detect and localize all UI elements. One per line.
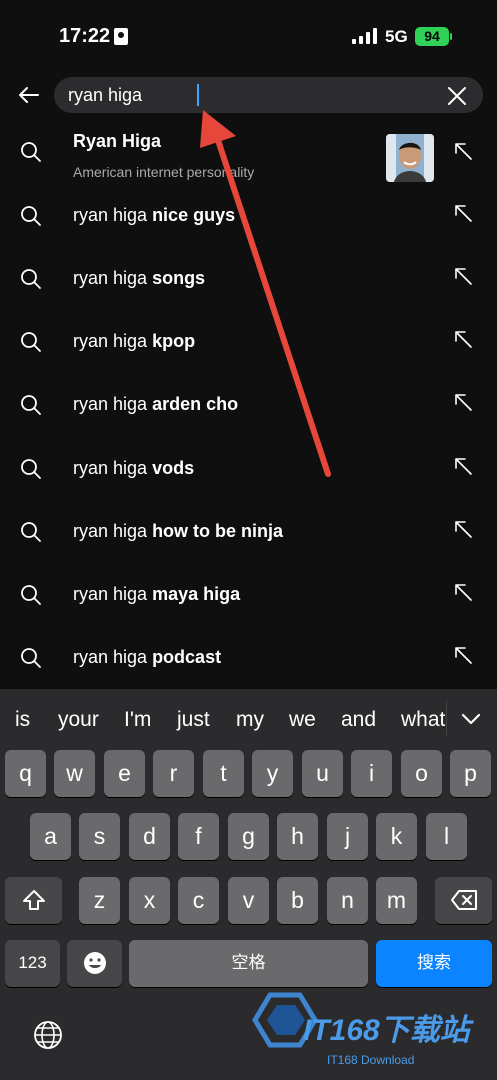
key-q[interactable]: q (5, 750, 46, 797)
suggestion-label: ryan higa maya higa (73, 584, 241, 604)
divider (446, 701, 447, 735)
backspace-key[interactable] (435, 877, 492, 924)
prediction-word[interactable]: we (289, 708, 316, 732)
suggestion-item[interactable]: ryan higa how to be ninja (0, 502, 497, 564)
chevron-down-icon[interactable] (459, 709, 483, 729)
key-u[interactable]: u (302, 750, 343, 797)
key-e[interactable]: e (104, 750, 145, 797)
key-f[interactable]: f (178, 813, 219, 860)
key-m[interactable]: m (376, 877, 417, 924)
prediction-word[interactable]: what (401, 708, 445, 732)
emoji-icon (83, 952, 106, 974)
shift-key[interactable] (5, 877, 62, 924)
prediction-word[interactable]: I'm (124, 708, 151, 732)
key-k[interactable]: k (376, 813, 417, 860)
key-a[interactable]: a (30, 813, 71, 860)
numbers-key[interactable]: 123 (5, 940, 60, 987)
key-v[interactable]: v (228, 877, 269, 924)
key-t[interactable]: t (203, 750, 244, 797)
fill-query-arrow-icon[interactable] (452, 644, 474, 666)
prediction-word[interactable]: your (58, 708, 99, 732)
key-z[interactable]: z (79, 877, 120, 924)
key-h[interactable]: h (277, 813, 318, 860)
search-icon (21, 522, 41, 542)
key-o[interactable]: o (401, 750, 442, 797)
key-g[interactable]: g (228, 813, 269, 860)
prediction-word[interactable]: is (15, 708, 30, 732)
suggestion-label: ryan higa podcast (73, 647, 222, 667)
key-d[interactable]: d (129, 813, 170, 860)
shift-icon (22, 890, 45, 910)
key-y[interactable]: y (252, 750, 293, 797)
key-p[interactable]: p (450, 750, 491, 797)
fill-query-arrow-icon[interactable] (452, 581, 474, 603)
watermark-logo: IT168下载站 IT168 Download (245, 990, 495, 1070)
search-icon (21, 585, 41, 605)
watermark-sub: IT168 Download (327, 1053, 414, 1067)
suggestion-item[interactable]: ryan higa maya higa (0, 565, 497, 627)
key-l[interactable]: l (426, 813, 467, 860)
key-r[interactable]: r (153, 750, 194, 797)
watermark-brand: IT168下载站 (303, 1014, 475, 1047)
backspace-icon (450, 890, 477, 910)
key-x[interactable]: x (129, 877, 170, 924)
suggestion-item[interactable]: ryan higa podcast (0, 628, 497, 690)
search-icon (21, 648, 41, 668)
watermark-graphic: IT168下载站 IT168 Download (252, 992, 475, 1067)
fill-query-arrow-icon[interactable] (452, 518, 474, 540)
key-b[interactable]: b (277, 877, 318, 924)
key-c[interactable]: c (178, 877, 219, 924)
key-s[interactable]: s (79, 813, 120, 860)
space-key[interactable]: 空格 (129, 940, 368, 987)
emoji-key[interactable] (67, 940, 122, 987)
search-key[interactable]: 搜索 (376, 940, 492, 987)
key-n[interactable]: n (327, 877, 368, 924)
annotation-arrow (200, 110, 331, 477)
prediction-bar: is your I'm just my we and what (0, 689, 497, 749)
key-w[interactable]: w (54, 750, 95, 797)
prediction-word[interactable]: just (177, 708, 210, 732)
globe-icon[interactable] (33, 1020, 63, 1050)
prediction-word[interactable]: and (341, 708, 376, 732)
key-i[interactable]: i (351, 750, 392, 797)
key-j[interactable]: j (327, 813, 368, 860)
prediction-word[interactable]: my (236, 708, 264, 732)
suggestion-label: ryan higa how to be ninja (73, 521, 284, 541)
